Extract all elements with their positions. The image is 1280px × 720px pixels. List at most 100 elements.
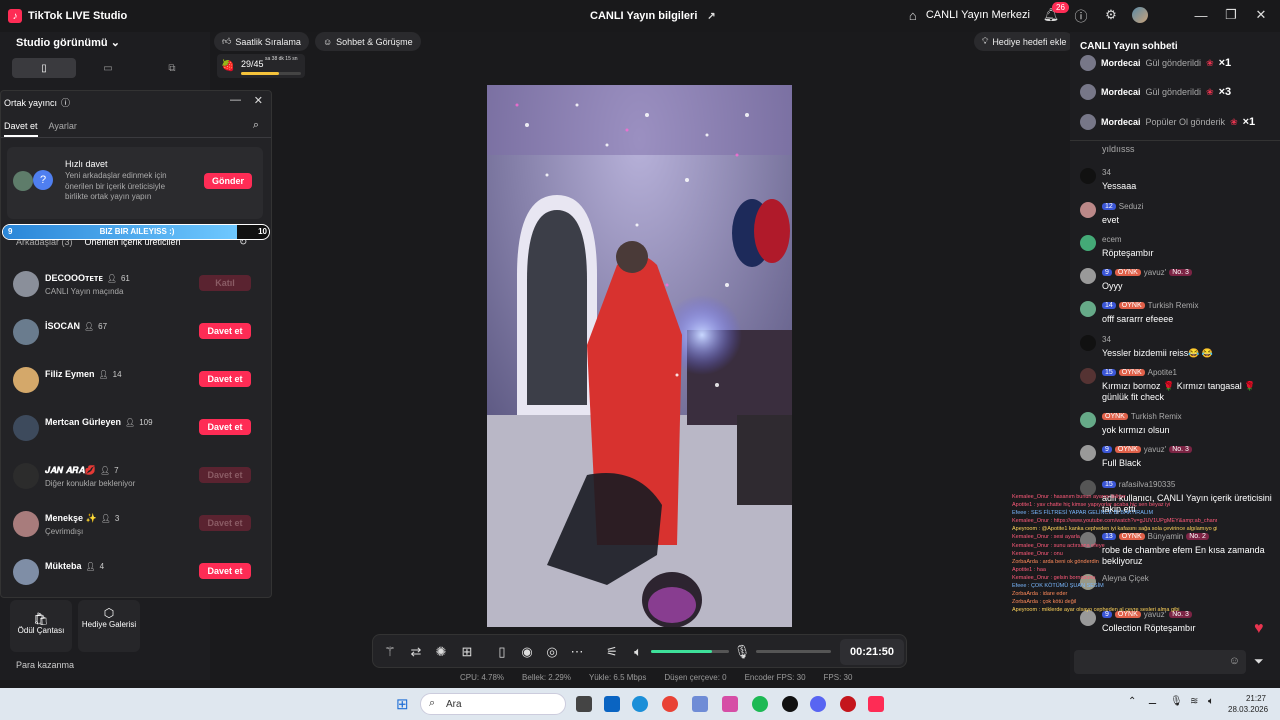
close-icon[interactable]: ✕ [1252, 6, 1270, 24]
volume-slider[interactable] [651, 650, 729, 653]
chat-username: Turkish Remix [1130, 412, 1182, 421]
chat-meet-button[interactable]: ☺ Sohbet & Görüşme [314, 32, 421, 51]
mic-slider[interactable] [756, 650, 831, 653]
gift-icon: ❀ [1230, 116, 1238, 127]
hourly-ranking-button[interactable]: 👍︎ Saatlik Sıralama [214, 32, 309, 51]
stream-preview [487, 85, 792, 627]
emoji-icon[interactable]: ☺ [1229, 655, 1240, 667]
chat-user-line: 15 OYNK Apotite1 [1102, 368, 1177, 377]
gift-multiplier: ×1 [1242, 116, 1256, 128]
notifications-button[interactable]: 🔔︎ 26 [1042, 2, 1069, 24]
creator-row: DECOOOᴛᴇᴛᴇ 👤︎ 61 CANLI Yayın maçında Kat… [13, 265, 261, 309]
portrait-view-button[interactable]: ▯ [12, 58, 76, 78]
app-icon[interactable] [722, 696, 738, 712]
chat-title: CANLI Yayın sohbeti [1080, 41, 1178, 52]
ai-icon[interactable]: ✺ [432, 643, 450, 661]
maximize-icon[interactable]: ❐ [1222, 6, 1240, 24]
microphone-icon[interactable]: 🎙︎ [1170, 696, 1183, 707]
landscape-icon: ▭ [103, 62, 113, 74]
spotify-icon[interactable] [752, 696, 768, 712]
divider [1070, 140, 1280, 141]
overlay-chat-line: ZorbaArda : arda beni ok gönderdin [1012, 558, 1217, 566]
search-icon[interactable]: ⌕ [253, 119, 259, 132]
help-icon[interactable]: ⓘ [1072, 6, 1090, 24]
overlay-line-text: ZorbaArda : çok kötü değil [1012, 599, 1077, 606]
outlook-icon[interactable] [604, 696, 620, 712]
info-icon[interactable]: ⓘ [61, 96, 70, 109]
speaker-icon[interactable]: 🔈︎ [1208, 696, 1214, 707]
file-explorer-icon[interactable] [576, 696, 592, 712]
more-icon[interactable]: ⋯ [568, 643, 586, 661]
avatar [1080, 412, 1096, 428]
add-gift-goal-button[interactable]: 💡︎ Hediye hedefi ekle [974, 32, 1075, 51]
join-button[interactable]: Katıl [199, 275, 251, 291]
add-source-icon[interactable]: ⊞ [458, 643, 476, 661]
invite-button[interactable]: Davet et [199, 563, 251, 579]
network-icon[interactable]: ⚊ [1148, 696, 1157, 707]
magic-wand-icon[interactable]: ⚚ [381, 643, 399, 661]
app-icon[interactable] [692, 696, 708, 712]
invite-button[interactable]: Davet et [199, 371, 251, 387]
modal-tabs: Davet et Ayarlar [4, 121, 77, 137]
close-icon[interactable]: ✕ [254, 94, 263, 107]
invite-button[interactable]: Davet et [199, 419, 251, 435]
wifi-icon[interactable]: ≋ [1190, 696, 1198, 707]
gear-icon[interactable]: ⚙ [1102, 6, 1120, 24]
microphone-icon[interactable]: 🎙︎ [733, 643, 751, 661]
invite-button[interactable]: Davet et [199, 515, 251, 531]
record-icon[interactable]: ◉ [518, 643, 536, 661]
live-center-button[interactable]: ⌂ CANLI Yayın Merkezi [904, 6, 1030, 24]
creator-name-line: İSOCAN 👤︎ 67 [45, 321, 107, 331]
invite-button[interactable]: Davet et [199, 467, 251, 483]
landscape-view-button[interactable]: ▭ [76, 58, 140, 78]
earn-label: Para kazanma [16, 660, 75, 670]
speaker-icon[interactable]: 🔈︎ [629, 643, 647, 661]
translate-icon[interactable]: ⇄ [407, 643, 425, 661]
overlay-chat-line: Kemalee_Onur : gelsin bornozunu [1012, 574, 1217, 582]
minimize-icon[interactable]: — [230, 94, 241, 106]
avatar[interactable] [1132, 7, 1148, 23]
app-icon[interactable] [840, 696, 856, 712]
quick-invite-description: Yeni arkadaşlar edinmek için önerilen bi… [65, 171, 167, 201]
studio-view-dropdown[interactable]: Studio görünümü ⌄ [16, 36, 120, 49]
avatar [13, 271, 39, 297]
tiktok-icon[interactable] [868, 696, 884, 712]
tab-invite[interactable]: Davet et [4, 121, 38, 137]
tab-settings[interactable]: Ayarlar [49, 121, 77, 137]
minimize-icon[interactable]: — [1192, 6, 1210, 24]
chat-text: Full Black [1102, 458, 1142, 468]
clock[interactable]: 21:27 28.03.2026 [1228, 693, 1268, 715]
phone-icon[interactable]: ▯ [493, 643, 511, 661]
reward-bag-button[interactable]: 🛍︎ Ödül Çantası [10, 600, 72, 652]
chevron-up-icon[interactable]: ⌃ [1128, 696, 1136, 707]
avatar [13, 511, 39, 537]
stat-item: FPS: 30 [823, 673, 853, 682]
taskbar-search[interactable]: ⌕ Ara [420, 693, 566, 715]
invite-button[interactable]: Davet et [199, 323, 251, 339]
creator-name-line: Mükteba 👤︎ 4 [45, 561, 104, 571]
sliders-icon[interactable]: ⚟ [603, 643, 621, 661]
creator-name: DECOOOᴛᴇᴛᴇ [45, 273, 103, 283]
app-icon[interactable] [782, 696, 798, 712]
windows-start-icon[interactable]: ⊞ [396, 695, 409, 713]
filter-icon[interactable]: ⏷ [1254, 654, 1264, 669]
discord-icon[interactable] [810, 696, 826, 712]
camera-effect-icon[interactable]: ◎ [543, 643, 561, 661]
send-button[interactable]: Gönder [204, 173, 252, 189]
live-info-button[interactable]: CANLI Yayın bilgileri ↗ [590, 10, 717, 22]
top-right-controls: ⌂ CANLI Yayın Merkezi 🔔︎ 26 ⓘ ⚙ — ❐ ✕ [904, 2, 1270, 24]
avatar [1080, 268, 1096, 284]
home-icon: ⌂ [908, 7, 917, 23]
chrome-icon[interactable] [662, 696, 678, 712]
heart-icon[interactable]: ♥ [1254, 620, 1264, 638]
goal-widget[interactable]: 🍓 29/45 sa 38 dk 15 sn [217, 54, 305, 78]
stat-item: Bellek: 2.29% [522, 673, 571, 682]
creator-status: CANLI Yayın maçında [45, 287, 124, 296]
dual-view-button[interactable]: ⧉ [140, 58, 204, 78]
app-title: ♪ TikTok LIVE Studio [8, 9, 127, 23]
creator-row: İSOCAN 👤︎ 67 Davet et [13, 313, 261, 357]
chat-text: evet [1102, 215, 1120, 225]
edge-icon[interactable] [632, 696, 648, 712]
gift-text: Popüler Ol gönderik [1145, 117, 1226, 127]
gift-gallery-button[interactable]: ⬡ Hediye Galerisi [78, 600, 140, 652]
